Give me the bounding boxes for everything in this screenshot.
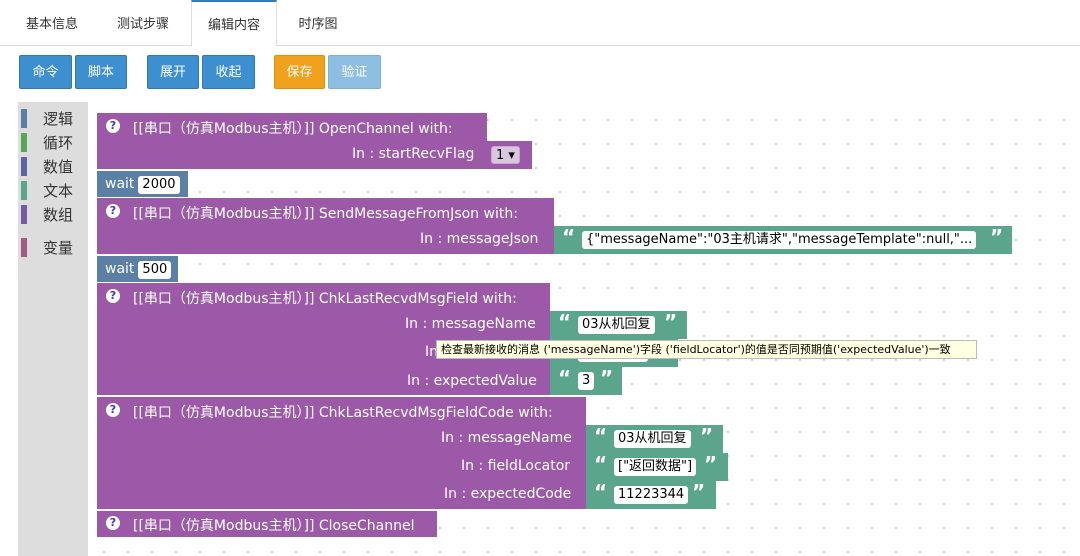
expand-button[interactable]: 展开 [147,55,199,89]
tab-bar: 基本信息 测试步骤 编辑内容 时序图 [0,0,1080,47]
script-button[interactable]: 脚本 [75,55,127,89]
message-json-value[interactable]: {"messageName":"03主机请求","messageTemplate… [582,231,977,249]
param-label: In : messageName [441,430,572,446]
category-label: 变量 [43,239,74,257]
quote-close-icon: ” [664,310,678,334]
quote-open-icon: “ [594,480,608,504]
quote-close-icon: ” [700,424,714,448]
field-locator-value[interactable]: ["返回数据"] [614,458,697,476]
block-tooltip: 检查最新接收的消息 ('messageName')字段 ('fieldLocat… [436,340,977,359]
block-title: [[串口（仿真Modbus主机）]] CloseChannel [133,518,415,534]
param-label: In : expectedCode [444,486,572,502]
tab-edit-content[interactable]: 编辑内容 [191,0,277,47]
category-color-swatch [21,133,27,152]
help-icon[interactable]: ? [106,204,120,218]
block-toolbox: 逻辑 循环 数值 文本 数组 变量 [18,102,88,556]
block-title: [[串口（仿真Modbus主机）]] ChkLastRecvdMsgField … [133,291,517,307]
param-label: In : fieldLocator [461,458,571,474]
help-icon[interactable]: ? [106,289,120,303]
wait-value[interactable]: 500 [138,261,172,279]
expected-value-value[interactable]: 3 [578,372,595,390]
category-label: 循环 [43,134,74,152]
category-label: 数值 [43,158,74,176]
text-block[interactable]: “ 03从机回复 ” [586,424,723,453]
wait-value[interactable]: 2000 [138,176,180,194]
help-icon[interactable]: ? [106,516,120,530]
save-button[interactable]: 保存 [274,55,325,89]
category-color-swatch [21,181,27,200]
category-label: 逻辑 [43,110,74,128]
param-label: In : expectedValue [407,373,537,389]
category-logic[interactable]: 逻辑 [18,107,88,129]
wait-label: wait [105,176,135,192]
block-title: [[串口（仿真Modbus主机）]] ChkLastRecvdMsgFieldC… [133,405,553,421]
message-name-value[interactable]: 03从机回复 [614,430,691,448]
verify-button[interactable]: 验证 [328,55,381,89]
quote-close-icon: ” [990,225,1004,249]
expected-code-value[interactable]: 11223344 [614,486,689,504]
quote-open-icon: “ [594,424,608,448]
quote-open-icon: “ [594,452,608,476]
category-array[interactable]: 数组 [18,203,88,225]
command-button[interactable]: 命令 [19,55,72,89]
category-math[interactable]: 数值 [18,155,88,177]
block-wait[interactable]: wait 2000 [97,171,188,197]
wait-label: wait [105,261,135,277]
text-block[interactable]: “ ["返回数据"] ” [586,452,728,481]
quote-close-icon: ” [704,452,718,476]
category-color-swatch [21,157,27,176]
param-label: In : messageJson [420,231,539,247]
quote-open-icon: “ [558,366,572,390]
category-color-swatch [21,238,27,257]
tab-basic-info[interactable]: 基本信息 [12,0,92,46]
start-recv-flag-dropdown[interactable]: 1 ▾ [491,146,520,164]
message-name-value[interactable]: 03从机回复 [578,316,655,334]
tab-sequence-diagram[interactable]: 时序图 [283,0,353,46]
category-color-swatch [21,109,27,128]
quote-open-icon: “ [562,225,576,249]
block-title: [[串口（仿真Modbus主机）]] OpenChannel with: [133,121,453,137]
block-wait[interactable]: wait 500 [97,256,178,282]
category-color-swatch [21,205,27,224]
collapse-button[interactable]: 收起 [202,55,255,89]
quote-close-icon: ” [692,480,706,504]
category-text[interactable]: 文本 [18,179,88,201]
category-label: 文本 [43,182,74,200]
param-label: In : messageName [405,316,536,332]
help-icon[interactable]: ? [106,119,120,133]
category-variable[interactable]: 变量 [18,236,88,258]
text-block[interactable]: “ 3 ” [550,366,622,395]
tab-test-steps[interactable]: 测试步骤 [102,0,184,46]
quote-open-icon: “ [558,310,572,334]
text-block[interactable]: “ 11223344 ” [586,480,716,509]
block-title: [[串口（仿真Modbus主机）]] SendMessageFromJson w… [133,206,518,222]
text-block[interactable]: “ {"messageName":"03主机请求","messageTempla… [554,225,1012,254]
text-block[interactable]: “ 03从机回复 ” [550,310,687,339]
help-icon[interactable]: ? [106,403,120,417]
quote-close-icon: ” [600,366,614,390]
category-label: 数组 [43,206,74,224]
param-label: In : startRecvFlag [352,146,475,162]
category-loop[interactable]: 循环 [18,131,88,153]
